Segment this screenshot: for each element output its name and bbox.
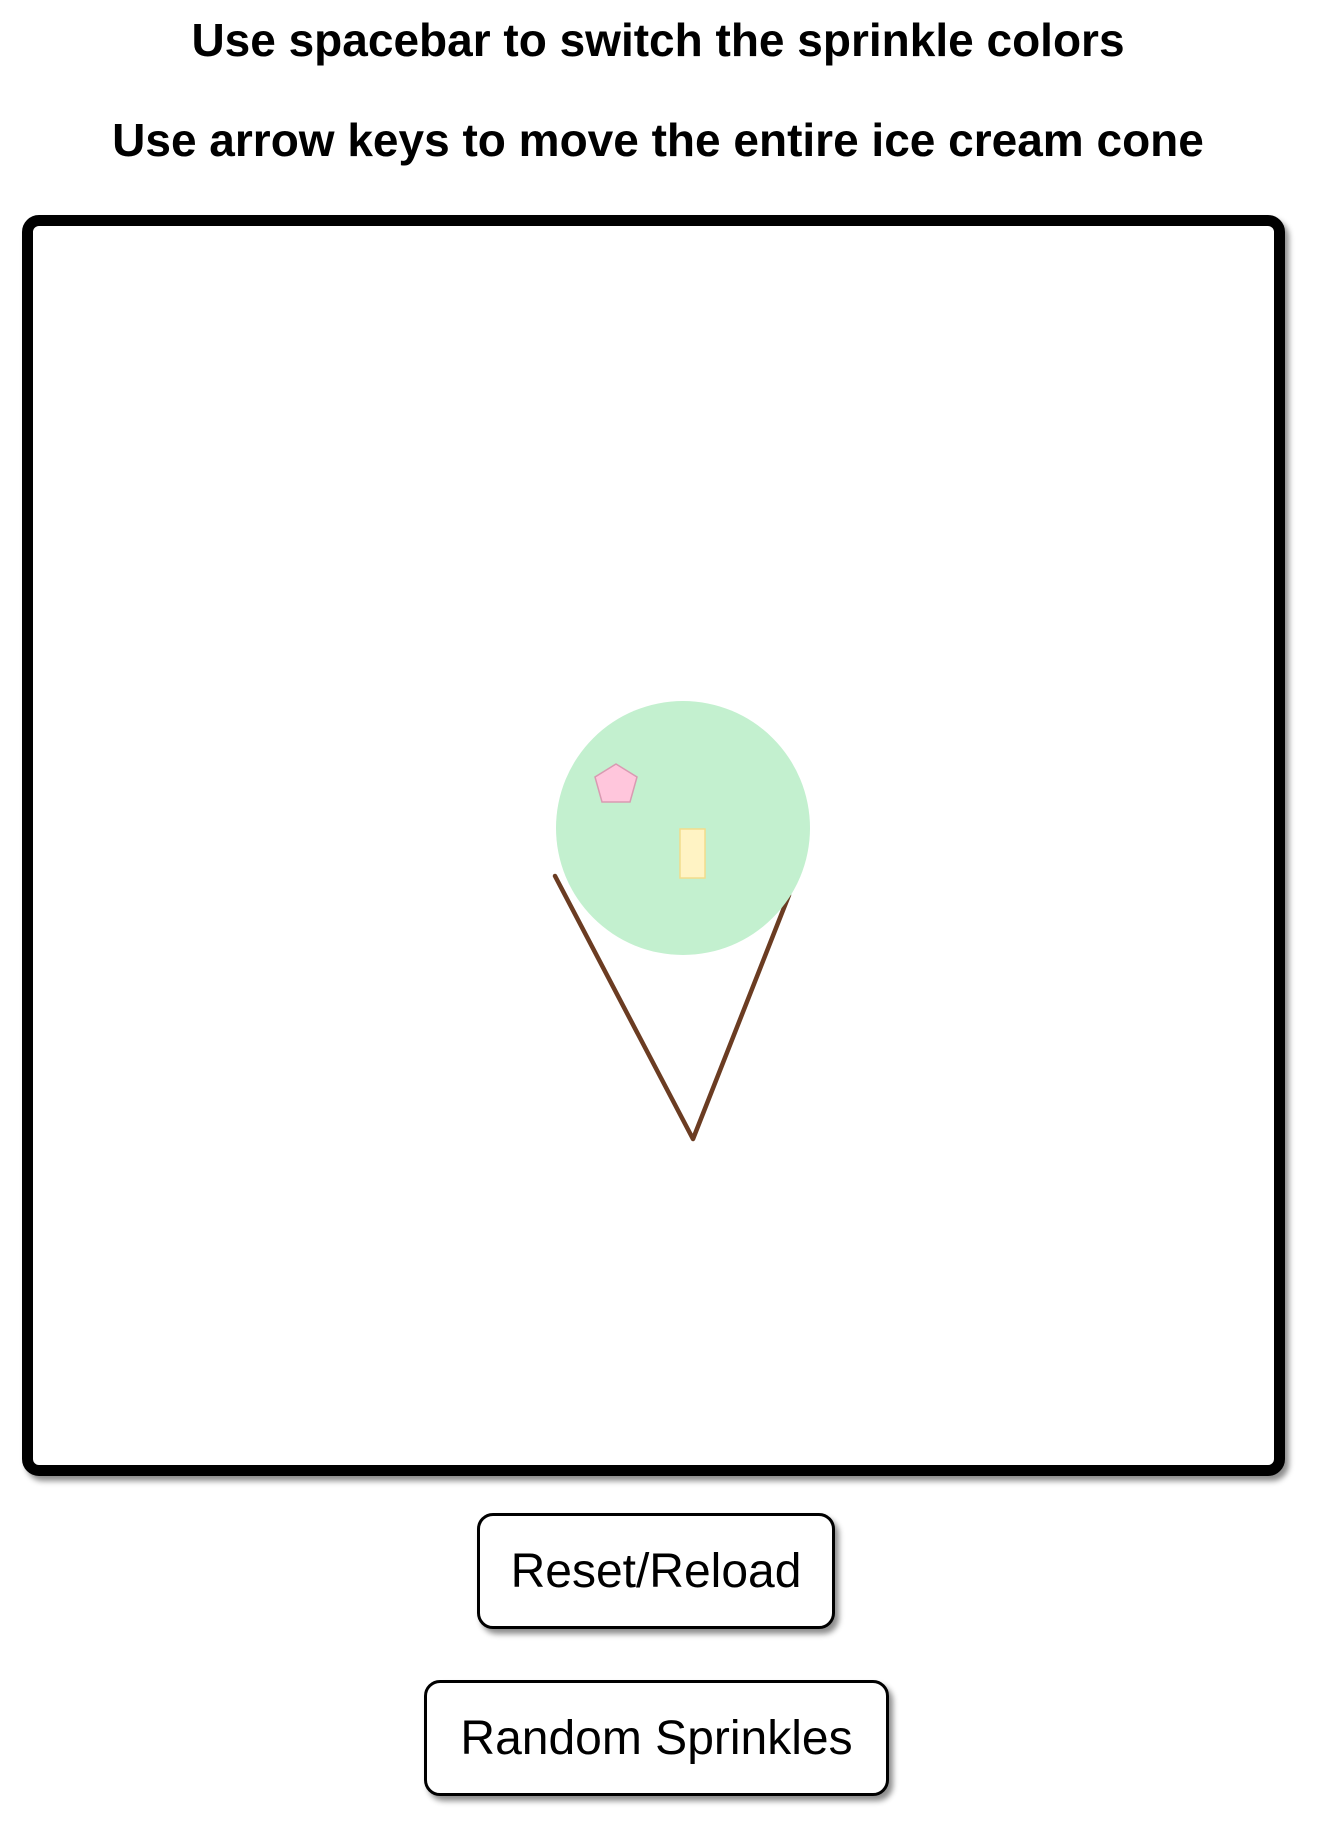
instruction-spacebar: Use spacebar to switch the sprinkle colo…	[191, 14, 1125, 66]
ice-cream-scene	[552, 701, 810, 1142]
random-sprinkles-button[interactable]: Random Sprinkles	[424, 1680, 889, 1796]
instruction-arrow-keys: Use arrow keys to move the entire ice cr…	[112, 114, 1204, 166]
reset-reload-button[interactable]: Reset/Reload	[477, 1513, 835, 1629]
ice-cream-canvas[interactable]	[22, 215, 1285, 1476]
ice-cream-scoop	[556, 701, 810, 955]
sprinkle-rectangle	[679, 828, 706, 879]
